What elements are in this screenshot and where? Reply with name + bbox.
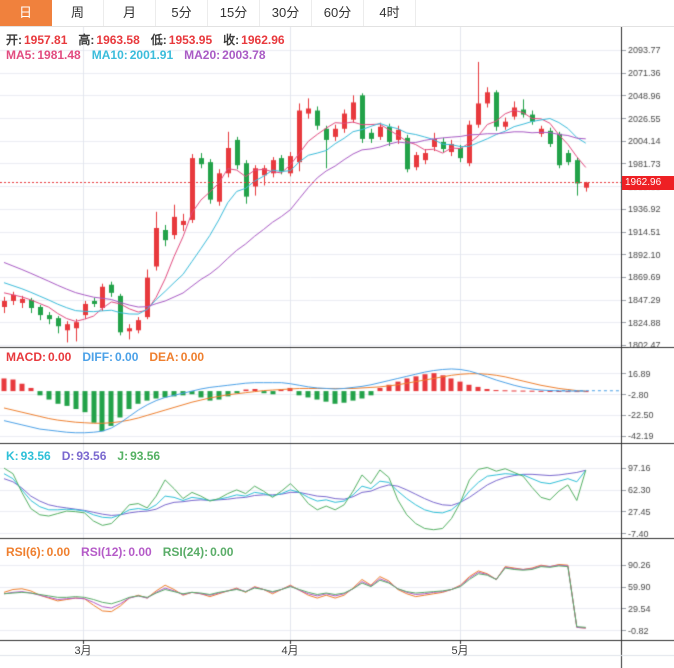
x-axis-label: 3月	[74, 645, 92, 657]
legend-label: DEA:	[149, 350, 179, 364]
legend-label: 低:	[150, 33, 167, 47]
legend-label: 收:	[223, 33, 240, 47]
ma-legend: MA5: 1981.48 MA10: 2001.91 MA20: 2003.78	[6, 48, 277, 62]
legend-label: MACD:	[6, 350, 46, 364]
timeframe-tabbar: 日周月 5分 15分 30分 60分 4时	[0, 0, 674, 27]
current-price-badge: 1962.96	[622, 176, 674, 190]
legend-value: 1953.95	[168, 33, 213, 47]
trading-chart-window: 日周月 5分 15分 30分 60分 4时 开: 1957.81 高: 1963.58 低: 195…	[0, 0, 674, 668]
macd-legend: MACD: 0.00 DIFF: 0.00 DEA: 0.00	[6, 350, 215, 364]
legend-value: 93.56	[130, 449, 161, 463]
legend-value: 0.00	[128, 545, 152, 559]
legend-label: 高:	[78, 33, 95, 47]
chart-canvas[interactable]	[0, 0, 674, 668]
legend-label: K:	[6, 449, 19, 463]
legend-label: RSI(6):	[6, 545, 45, 559]
legend-value: 0.00	[46, 545, 71, 559]
legend-value: 1962.96	[241, 33, 285, 47]
legend-label: J:	[117, 449, 129, 463]
legend-value: 93.56	[76, 449, 107, 463]
legend-value: 1957.81	[24, 33, 68, 47]
legend-label: RSI(24):	[162, 545, 209, 559]
tab-timeframe-5[interactable]: 30分	[260, 0, 312, 26]
legend-value: 93.56	[20, 449, 51, 463]
legend-label: MA5:	[6, 48, 36, 62]
tab-timeframe-6[interactable]: 60分	[312, 0, 364, 26]
legend-label: MA20:	[184, 48, 221, 62]
tab-timeframe-1[interactable]: 周	[52, 0, 104, 26]
legend-label: DIFF:	[82, 350, 114, 364]
legend-value: 0.00	[48, 350, 72, 364]
legend-value: 2003.78	[222, 48, 266, 62]
legend-label: MA10:	[91, 48, 128, 62]
x-axis-label: 5月	[451, 645, 469, 657]
tab-timeframe-0[interactable]: 日	[0, 0, 52, 26]
legend-label: D:	[61, 449, 75, 463]
legend-value: 0.00	[210, 545, 234, 559]
x-axis-label: 4月	[281, 645, 299, 657]
legend-value: 1963.58	[96, 33, 140, 47]
kdj-legend: K: 93.56 D: 93.56 J: 93.56	[6, 449, 171, 463]
ohlc-legend: 开: 1957.81 高: 1963.58 低: 1953.95 收: 1962.96	[6, 31, 296, 48]
legend-value: 2001.91	[129, 48, 174, 62]
tab-timeframe-4[interactable]: 15分	[208, 0, 260, 26]
legend-value: 1981.48	[37, 48, 81, 62]
tab-timeframe-2[interactable]: 月	[104, 0, 156, 26]
rsi-legend: RSI(6): 0.00 RSI(12): 0.00 RSI(24): 0.00	[6, 545, 244, 559]
legend-label: RSI(12):	[81, 545, 127, 559]
legend-value: 0.00	[180, 350, 205, 364]
legend-label: 开:	[6, 33, 22, 47]
tab-timeframe-7[interactable]: 4时	[364, 0, 416, 26]
tab-timeframe-3[interactable]: 5分	[156, 0, 208, 26]
legend-value: 0.00	[115, 350, 139, 364]
